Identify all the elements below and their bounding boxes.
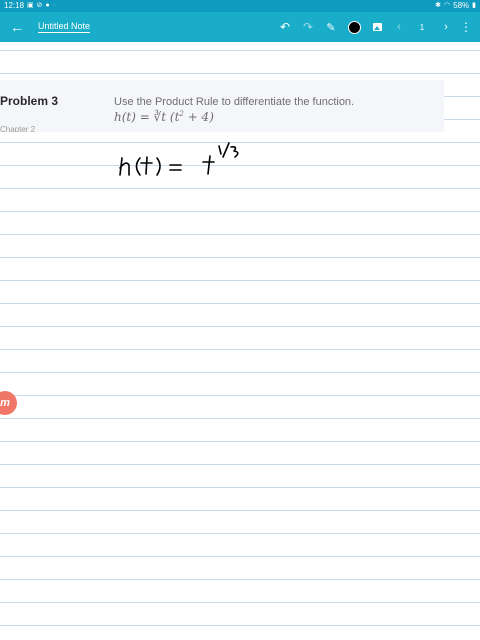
problem-title: Problem 3: [0, 94, 59, 108]
redo-icon[interactable]: ↷: [299, 12, 317, 42]
ink-stroke-slash: [222, 142, 230, 158]
formula-rest: + 4): [183, 110, 214, 124]
formula-radical: ∛t: [153, 110, 167, 124]
ink-stroke-paren-close: [156, 157, 161, 176]
chapter-label: Chapter 2: [0, 125, 36, 132]
ink-stroke-equals: [169, 164, 182, 171]
note-title[interactable]: Untitled Note: [38, 21, 91, 33]
ink-stroke-one: [218, 145, 222, 155]
sync-icon: ⊘: [36, 2, 43, 9]
ink-stroke-t2: [202, 155, 215, 175]
chevron-left-icon[interactable]: ‹: [391, 12, 407, 42]
app-toolbar: ← Untitled Note ↶ ↷ ✎ ‹ 1 › ⋮: [0, 12, 480, 42]
status-right: ✱ ◠ 58% ▮: [435, 0, 476, 12]
notification-icon: ●: [45, 2, 50, 9]
back-arrow-icon[interactable]: ←: [6, 12, 28, 42]
undo-icon[interactable]: ↶: [276, 12, 294, 42]
pen-icon[interactable]: ✎: [322, 12, 340, 42]
image-icon[interactable]: [368, 12, 386, 42]
page-number: 1: [419, 22, 425, 32]
screenshot-icon: ▣: [27, 2, 34, 9]
formula-lhs: h(t) =: [114, 110, 154, 124]
wifi-icon: ◠: [444, 2, 451, 9]
ink-stroke-three: [230, 146, 239, 158]
battery-percent: 58%: [453, 1, 470, 10]
status-left: 12:18 ▣ ⊘ ● ·: [4, 0, 55, 12]
status-bar: 12:18 ▣ ⊘ ● · ✱ ◠ 58% ▮: [0, 0, 480, 12]
more-icon[interactable]: ⋮: [458, 12, 474, 42]
formula-open: (t: [166, 110, 180, 124]
ink-stroke-paren-open: [135, 157, 141, 176]
problem-instruction: Use the Product Rule to differentiate th…: [114, 96, 355, 108]
color-picker-button[interactable]: [345, 12, 363, 42]
image-glyph: [372, 23, 382, 31]
dot-icon: ·: [52, 2, 56, 9]
problem-formula: h(t) = ∛t (t2 + 4): [114, 110, 214, 124]
bluetooth-icon: ✱: [435, 2, 442, 9]
next-page-icon[interactable]: ›: [437, 12, 455, 42]
status-time: 12:18: [4, 1, 25, 10]
ink-color-swatch: [347, 20, 361, 34]
ink-stroke-h: [119, 157, 130, 176]
battery-icon: ▮: [472, 2, 476, 9]
ink-stroke-t: [140, 156, 153, 175]
handwritten-equation: [119, 142, 239, 176]
